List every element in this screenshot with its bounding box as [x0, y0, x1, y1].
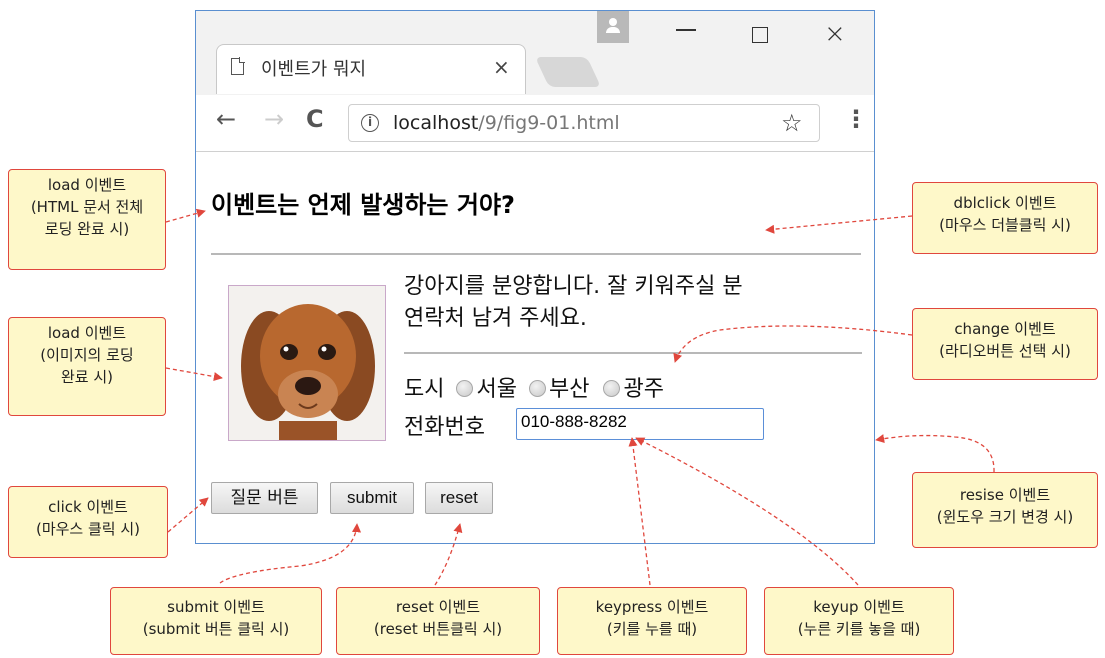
- callout-title: resise 이벤트: [959, 486, 1051, 504]
- callout-title: keypress 이벤트: [595, 598, 709, 616]
- callout-desc: (reset 버튼클릭 시): [373, 620, 503, 638]
- callout-desc: 로딩 완료 시): [44, 220, 130, 238]
- arrow-keyup: [635, 437, 859, 586]
- arrow-load-image: [165, 367, 223, 382]
- callout-dblclick: dblclick 이벤트 (마우스 더블클릭 시): [912, 182, 1098, 254]
- callout-change: change 이벤트 (라디오버튼 선택 시): [912, 308, 1098, 380]
- callout-desc: (마우스 클릭 시): [35, 520, 141, 538]
- arrow-reset: [434, 523, 463, 586]
- arrow-submit: [219, 523, 362, 584]
- callout-desc: (이미지의 로딩: [40, 346, 134, 364]
- callout-load-page: load 이벤트 (HTML 문서 전체 로딩 완료 시): [8, 169, 166, 270]
- callout-submit: submit 이벤트 (submit 버튼 클릭 시): [110, 587, 322, 655]
- callout-title: keyup 이벤트: [813, 598, 905, 616]
- callout-resize: resise 이벤트 (윈도우 크기 변경 시): [912, 472, 1098, 548]
- arrow-resize: [875, 434, 995, 473]
- callout-desc: (키를 누를 때): [606, 620, 698, 638]
- callout-desc: (HTML 문서 전체: [30, 198, 144, 216]
- callout-title: load 이벤트: [47, 324, 127, 342]
- callout-desc: (라디오버튼 선택 시): [939, 342, 1071, 360]
- callout-keypress: keypress 이벤트 (키를 누를 때): [557, 587, 747, 655]
- callout-title: reset 이벤트: [395, 598, 481, 616]
- callout-desc: 완료 시): [60, 368, 114, 386]
- callout-title: dblclick 이벤트: [953, 194, 1057, 212]
- callout-desc: (submit 버튼 클릭 시): [142, 620, 290, 638]
- callout-reset: reset 이벤트 (reset 버튼클릭 시): [336, 587, 540, 655]
- arrow-keypress: [628, 437, 651, 586]
- callout-desc: (윈도우 크기 변경 시): [936, 508, 1074, 526]
- callout-title: click 이벤트: [48, 498, 128, 516]
- callout-desc: (누른 키를 놓을 때): [797, 620, 921, 638]
- callout-load-image: load 이벤트 (이미지의 로딩 완료 시): [8, 317, 166, 416]
- callout-desc: (마우스 더블클릭 시): [939, 216, 1071, 234]
- callout-title: submit 이벤트: [167, 598, 265, 616]
- arrow-change: [673, 325, 913, 363]
- arrow-load-page: [165, 208, 206, 223]
- callout-keyup: keyup 이벤트 (누른 키를 놓을 때): [764, 587, 954, 655]
- arrow-dblclick: [765, 215, 913, 234]
- callout-title: load 이벤트: [47, 176, 127, 194]
- arrow-click: [167, 497, 209, 533]
- callout-title: change 이벤트: [954, 320, 1056, 338]
- callout-click: click 이벤트 (마우스 클릭 시): [8, 486, 168, 558]
